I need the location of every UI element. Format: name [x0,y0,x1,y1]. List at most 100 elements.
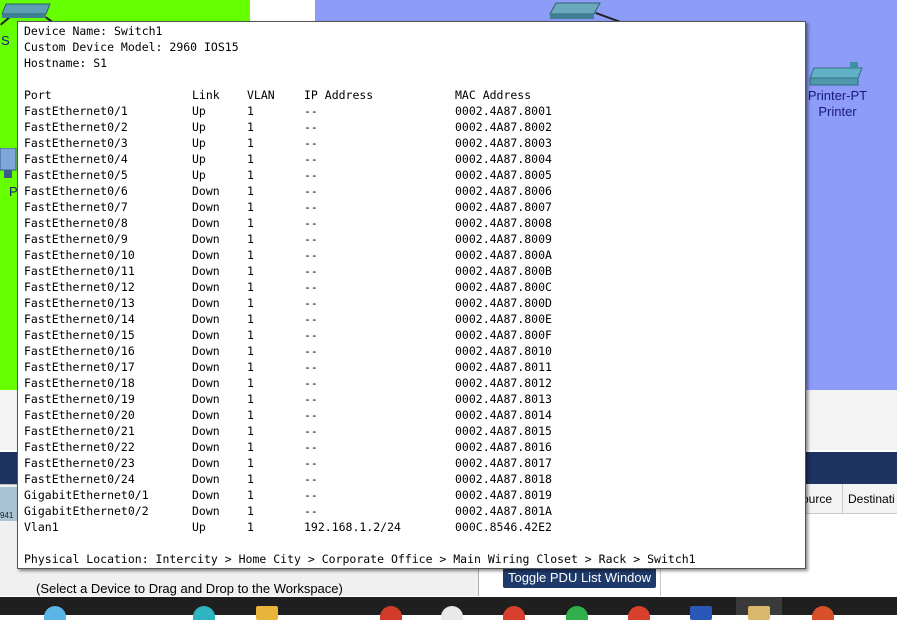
mac-address-cell: 0002.4A87.8015 [455,424,552,438]
link-status-cell: Down [192,328,220,342]
vlan-cell: 1 [247,424,254,438]
port-cell: FastEthernet0/23 [24,456,135,470]
ip-address-cell: -- [304,456,318,470]
link-status-cell: Down [192,392,220,406]
switch-icon[interactable] [548,0,603,22]
app-icon-blue[interactable] [690,606,712,620]
ip-address-cell: -- [304,488,318,502]
link-status-cell: Down [192,248,220,262]
port-cell: FastEthernet0/11 [24,264,135,278]
link-status-cell: Down [192,344,220,358]
port-cell: FastEthernet0/12 [24,280,135,294]
mac-address-cell: 0002.4A87.8011 [455,360,552,374]
mac-address-cell: 0002.4A87.8004 [455,152,552,166]
ip-address-cell: -- [304,376,318,390]
vlan-cell: 1 [247,408,254,422]
link-status-cell: Down [192,440,220,454]
port-cell: FastEthernet0/10 [24,248,135,262]
vlan-cell: 1 [247,360,254,374]
mac-address-cell: 0002.4A87.8001 [455,104,552,118]
vlan-cell: 1 [247,328,254,342]
port-cell: FastEthernet0/24 [24,472,135,486]
ip-address-cell: -- [304,312,318,326]
mac-address-cell: 0002.4A87.8018 [455,472,552,486]
ip-address-cell: -- [304,440,318,454]
device-thumbnail-label: 941 [0,511,14,520]
mac-address-cell: 0002.4A87.8009 [455,232,552,246]
mac-address-cell: 0002.4A87.801A [455,504,552,518]
mac-address-cell: 0002.4A87.8003 [455,136,552,150]
vlan-cell: 1 [247,120,254,134]
vlan-cell: 1 [247,376,254,390]
packet-tracer-icon[interactable] [748,606,770,620]
mac-address-cell: 0002.4A87.800A [455,248,552,262]
ip-address-cell: -- [304,392,318,406]
port-cell: GigabitEthernet0/2 [24,504,149,518]
vlan-cell: 1 [247,312,254,326]
port-cell: FastEthernet0/15 [24,328,135,342]
vlan-cell: 1 [247,184,254,198]
ip-address-cell: -- [304,248,318,262]
link-status-cell: Down [192,296,220,310]
toggle-pdu-list-button[interactable]: Toggle PDU List Window [503,568,656,588]
pc-icon[interactable] [0,148,18,184]
port-cell: FastEthernet0/22 [24,440,135,454]
printer-model-label: Printer-PT [807,88,868,103]
ip-address-cell: -- [304,424,318,438]
vlan-cell: 1 [247,280,254,294]
mac-address-cell: 0002.4A87.800E [455,312,552,326]
vlan-cell: 1 [247,520,254,534]
link-status-cell: Down [192,200,220,214]
port-cell: FastEthernet0/4 [24,152,128,166]
mac-address-cell: 0002.4A87.800C [455,280,552,294]
header-ip-address: IP Address [304,88,374,102]
hostname-line: Hostname: S1 [24,56,108,70]
device-name-line: Device Name: Switch1 [24,24,163,38]
printer-icon[interactable] [806,62,868,88]
port-cell: FastEthernet0/1 [24,104,128,118]
mac-address-cell: 0002.4A87.8005 [455,168,552,182]
link-status-cell: Up [192,520,206,534]
port-cell: FastEthernet0/17 [24,360,135,374]
link-status-cell: Down [192,280,220,294]
vlan-cell: 1 [247,152,254,166]
vlan-cell: 1 [247,456,254,470]
ip-address-cell: -- [304,280,318,294]
pdu-col-destination[interactable]: Destinati [848,492,895,506]
switch-label-partial: S [1,33,10,48]
vlan-cell: 1 [247,168,254,182]
link-status-cell: Up [192,152,206,166]
ip-address-cell: -- [304,232,318,246]
ip-address-cell: -- [304,136,318,150]
ip-address-cell: -- [304,360,318,374]
mac-address-cell: 0002.4A87.8012 [455,376,552,390]
ip-address-cell: -- [304,472,318,486]
vlan-cell: 1 [247,504,254,518]
vlan-cell: 1 [247,104,254,118]
device-info-tooltip: Device Name: Switch1 Custom Device Model… [17,21,806,569]
ip-address-cell: -- [304,408,318,422]
port-cell: FastEthernet0/2 [24,120,128,134]
header-link: Link [192,88,220,102]
device-model-line: Custom Device Model: 2960 IOS15 [24,40,239,54]
folder-icon[interactable] [256,606,278,620]
mac-address-cell: 0002.4A87.8013 [455,392,552,406]
port-cell: FastEthernet0/9 [24,232,128,246]
mac-address-cell: 0002.4A87.8014 [455,408,552,422]
ip-address-cell: 192.168.1.2/24 [304,520,401,534]
vlan-cell: 1 [247,344,254,358]
switch-icon[interactable] [0,0,55,20]
port-cell: FastEthernet0/20 [24,408,135,422]
link-status-cell: Down [192,232,220,246]
mac-address-cell: 0002.4A87.8007 [455,200,552,214]
vlan-cell: 1 [247,264,254,278]
ip-address-cell: -- [304,200,318,214]
link-status-cell: Down [192,408,220,422]
ip-address-cell: -- [304,120,318,134]
link-status-cell: Up [192,120,206,134]
mac-address-cell: 0002.4A87.8008 [455,216,552,230]
link-status-cell: Down [192,216,220,230]
ip-address-cell: -- [304,264,318,278]
mac-address-cell: 0002.4A87.800F [455,328,552,342]
ip-address-cell: -- [304,328,318,342]
